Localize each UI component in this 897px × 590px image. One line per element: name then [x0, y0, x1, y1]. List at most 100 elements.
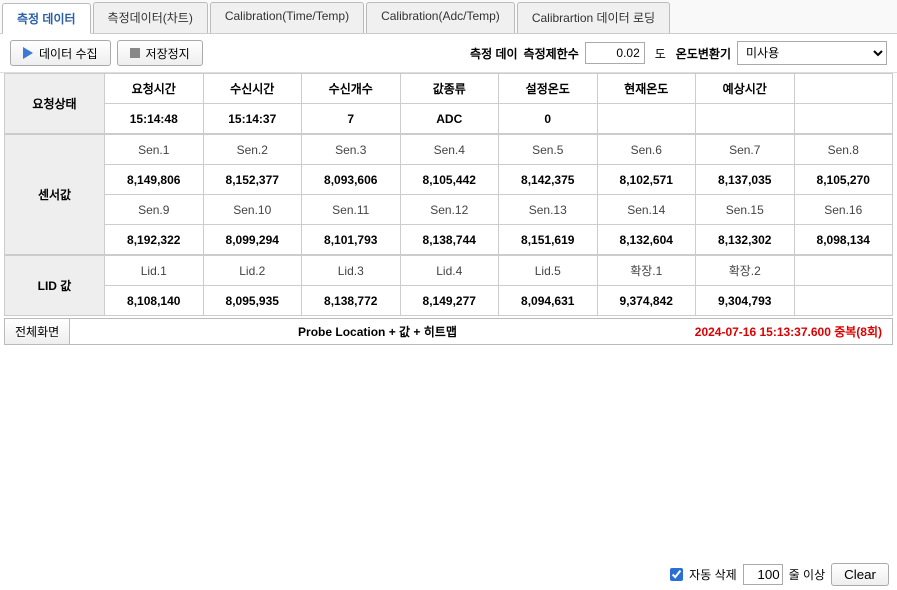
sensor-value: 8,137,035	[696, 165, 795, 195]
sensor-header: Sen.1	[105, 135, 204, 165]
col-header: 값종류	[400, 74, 499, 104]
collect-label: 데이터 수집	[39, 45, 98, 62]
status-value	[696, 104, 795, 134]
tab-measure-chart[interactable]: 측정데이터(차트)	[93, 2, 208, 33]
lines-unit: 줄 이상	[789, 566, 825, 583]
sensor-value: 8,142,375	[499, 165, 598, 195]
col-header-empty	[794, 74, 893, 104]
sensor-header: Sen.3	[302, 135, 401, 165]
lines-input[interactable]	[743, 564, 783, 585]
lid-value: 9,304,793	[696, 286, 795, 316]
col-header: 설정온도	[499, 74, 598, 104]
tab-bar: 측정 데이터 측정데이터(차트) Calibration(Time/Temp) …	[0, 0, 897, 34]
lid-value: 8,094,631	[499, 286, 598, 316]
sensor-value: 8,105,270	[794, 165, 893, 195]
tab-measure-data[interactable]: 측정 데이터	[2, 3, 91, 34]
sensor-value: 8,098,134	[794, 225, 893, 255]
col-header: 현재온도	[597, 74, 696, 104]
sensor-value: 8,105,442	[400, 165, 499, 195]
sensor-table: 센서값 Sen.1 Sen.2 Sen.3 Sen.4 Sen.5 Sen.6 …	[4, 134, 893, 255]
sensor-value: 8,149,806	[105, 165, 204, 195]
clear-button[interactable]: Clear	[831, 563, 889, 586]
play-icon	[23, 47, 33, 59]
stop-label: 저장정지	[146, 45, 190, 62]
lid-header: Lid.1	[105, 256, 204, 286]
sensor-value: 8,099,294	[203, 225, 302, 255]
fullscreen-button[interactable]: 전체화면	[5, 319, 70, 344]
sensor-header: Sen.13	[499, 195, 598, 225]
sensor-value: 8,138,744	[400, 225, 499, 255]
data-area: 요청상태 요청시간 수신시간 수신개수 값종류 설정온도 현재온도 예상시간 1…	[0, 73, 897, 316]
lid-value: 8,108,140	[105, 286, 204, 316]
status-value: 0	[499, 104, 598, 134]
bottom-controls: 자동 삭제 줄 이상 Clear	[670, 563, 889, 586]
sensor-header: Sen.16	[794, 195, 893, 225]
col-header: 예상시간	[696, 74, 795, 104]
sensor-row-label: 센서값	[5, 135, 105, 255]
sensor-header: Sen.14	[597, 195, 696, 225]
sensor-value: 8,132,604	[597, 225, 696, 255]
lid-value: 8,095,935	[203, 286, 302, 316]
lid-header-empty	[794, 256, 893, 286]
sensor-value: 8,152,377	[203, 165, 302, 195]
lid-value-empty	[794, 286, 893, 316]
footer-bar: 전체화면 Probe Location + 값 + 히트맵 2024-07-16…	[4, 318, 893, 345]
auto-delete-checkbox[interactable]	[670, 568, 683, 581]
lid-header: Lid.2	[203, 256, 302, 286]
sensor-header: Sen.11	[302, 195, 401, 225]
lid-value: 8,138,772	[302, 286, 401, 316]
sensor-value: 8,101,793	[302, 225, 401, 255]
stop-icon	[130, 48, 140, 58]
auto-delete-label: 자동 삭제	[689, 566, 737, 583]
status-value	[597, 104, 696, 134]
status-value: 15:14:48	[105, 104, 204, 134]
sensor-header: Sen.5	[499, 135, 598, 165]
lid-value: 9,374,842	[597, 286, 696, 316]
sensor-header: Sen.12	[400, 195, 499, 225]
sensor-header: Sen.15	[696, 195, 795, 225]
temp-converter-select[interactable]: 미사용	[737, 41, 887, 65]
sensor-header: Sen.8	[794, 135, 893, 165]
sensor-header: Sen.10	[203, 195, 302, 225]
limit-input[interactable]	[585, 42, 645, 64]
sensor-header: Sen.6	[597, 135, 696, 165]
status-value: ADC	[400, 104, 499, 134]
footer-status: 2024-07-16 15:13:37.600 중복(8회)	[685, 319, 892, 344]
tab-calib-time[interactable]: Calibration(Time/Temp)	[210, 2, 364, 33]
col-header: 수신시간	[203, 74, 302, 104]
status-row-label: 요청상태	[5, 74, 105, 134]
sensor-value: 8,151,619	[499, 225, 598, 255]
col-header: 요청시간	[105, 74, 204, 104]
sensor-header: Sen.4	[400, 135, 499, 165]
lid-table: LID 값 Lid.1 Lid.2 Lid.3 Lid.4 Lid.5 확장.1…	[4, 255, 893, 316]
status-value: 15:14:37	[203, 104, 302, 134]
sensor-value: 8,102,571	[597, 165, 696, 195]
stop-button[interactable]: 저장정지	[117, 40, 203, 66]
lid-value: 8,149,277	[400, 286, 499, 316]
sensor-value: 8,093,606	[302, 165, 401, 195]
tab-calib-adc[interactable]: Calibration(Adc/Temp)	[366, 2, 515, 33]
limit-label: 측정제한수	[524, 45, 579, 62]
lid-header: 확장.2	[696, 256, 795, 286]
lid-row-label: LID 값	[5, 256, 105, 316]
lid-header: Lid.5	[499, 256, 598, 286]
temp-converter-label: 온도변환기	[676, 45, 731, 62]
lid-header: 확장.1	[597, 256, 696, 286]
lid-header: Lid.4	[400, 256, 499, 286]
status-value-empty	[794, 104, 893, 134]
limit-unit: 도	[655, 45, 666, 62]
sensor-header: Sen.2	[203, 135, 302, 165]
toolbar: 데이터 수집 저장정지 측정 데이 측정제한수 도 온도변환기 미사용	[0, 34, 897, 73]
log-area	[0, 345, 897, 535]
status-value: 7	[302, 104, 401, 134]
sensor-value: 8,132,302	[696, 225, 795, 255]
collect-button[interactable]: 데이터 수집	[10, 40, 111, 66]
sensor-header: Sen.9	[105, 195, 204, 225]
sensor-value: 8,192,322	[105, 225, 204, 255]
sensor-header: Sen.7	[696, 135, 795, 165]
footer-title: Probe Location + 값 + 히트맵	[70, 319, 685, 344]
tab-calib-load[interactable]: Calibrartion 데이터 로딩	[517, 2, 670, 33]
status-table: 요청상태 요청시간 수신시간 수신개수 값종류 설정온도 현재온도 예상시간 1…	[4, 73, 893, 134]
lid-header: Lid.3	[302, 256, 401, 286]
col-header: 수신개수	[302, 74, 401, 104]
